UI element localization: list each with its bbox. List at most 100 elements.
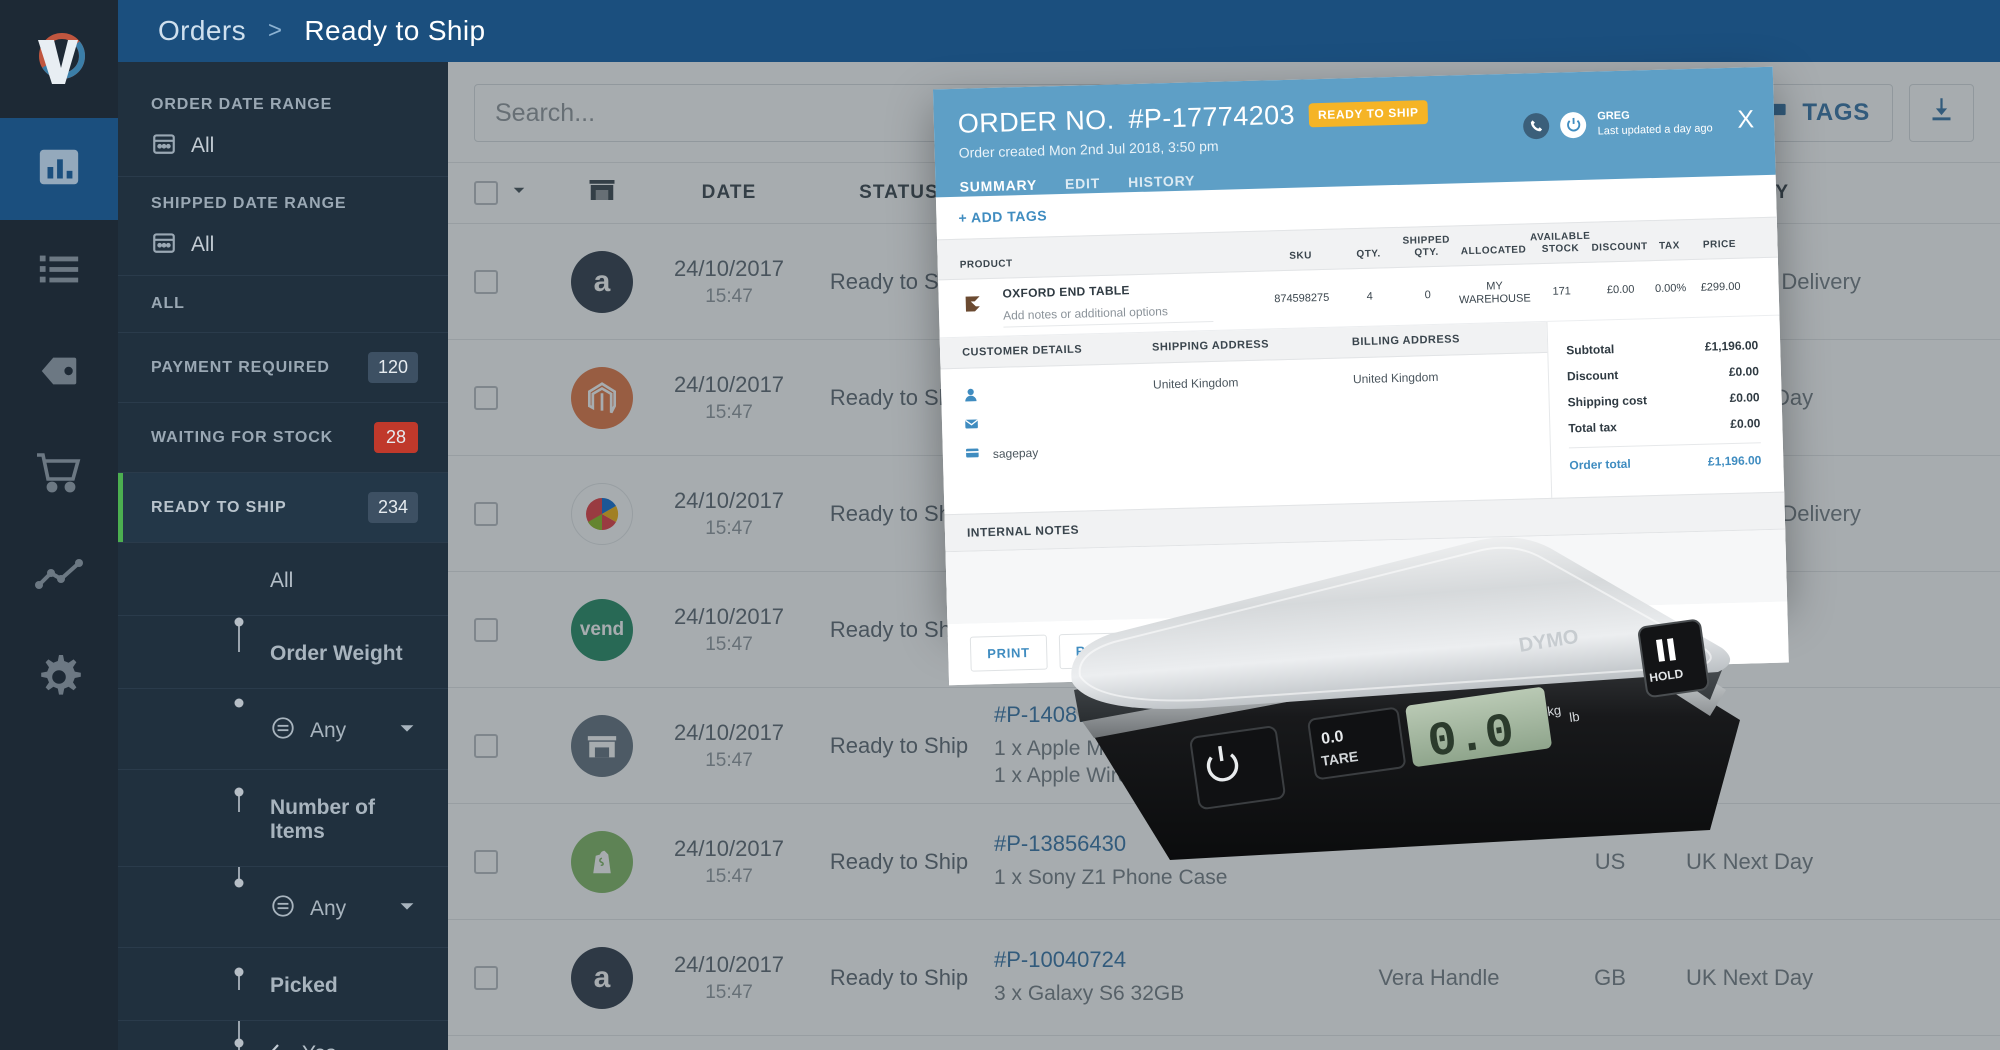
modal-order-number: #P-17774203 bbox=[1128, 99, 1296, 135]
breadcrumb-current: Ready to Ship bbox=[304, 15, 486, 46]
analytics-icon bbox=[35, 551, 83, 604]
breadcrumb-separator: > bbox=[267, 17, 283, 44]
channel-avatar-ebay bbox=[571, 482, 633, 545]
order-date-range-value[interactable]: All bbox=[118, 114, 448, 162]
filter-number-of-items-label: Number of Items bbox=[118, 770, 448, 867]
tab-edit[interactable]: EDIT bbox=[1065, 175, 1101, 205]
row-date: 24/10/2017 bbox=[673, 603, 785, 629]
filter-option-label: Yes bbox=[302, 1042, 336, 1050]
row-date: 24/10/2017 bbox=[673, 371, 785, 397]
product-available-stock: 171 bbox=[1552, 284, 1572, 298]
store-icon bbox=[587, 175, 617, 211]
ph-discount: DISCOUNT bbox=[1591, 241, 1648, 254]
sidebar-item-waiting-for-stock[interactable]: WAITING FOR STOCK 28 bbox=[118, 403, 448, 473]
tab-history[interactable]: HISTORY bbox=[1128, 172, 1196, 203]
row-date: 24/10/2017 bbox=[673, 255, 785, 281]
product-thumbnail bbox=[960, 290, 991, 325]
table-row[interactable]: a 24/10/2017 15:47 Ready to Ship #P-10040… bbox=[448, 920, 2000, 1036]
row-checkbox[interactable] bbox=[474, 385, 498, 410]
order-date-range-group: ORDER DATE RANGE All bbox=[118, 78, 448, 177]
row-time: 15:47 bbox=[705, 981, 753, 1003]
app-root: ORDER DATE RANGE All SHIPPED DATE RANGE bbox=[0, 0, 2000, 1050]
row-country: GB bbox=[1594, 964, 1626, 990]
ch-customer: CUSTOMER DETAILS bbox=[961, 343, 1083, 359]
row-checkbox[interactable] bbox=[474, 501, 498, 526]
status-badge: 28 bbox=[374, 422, 418, 453]
order-total: Order total £1,196.00 bbox=[1568, 441, 1762, 478]
filter-number-of-items[interactable]: Any bbox=[118, 867, 448, 948]
tab-summary[interactable]: SUMMARY bbox=[959, 176, 1038, 208]
row-order-number[interactable]: #P-10040724 bbox=[994, 947, 1126, 973]
ph-allocated: ALLOCATED bbox=[1460, 244, 1527, 258]
sidebar-item-orders[interactable] bbox=[0, 424, 118, 526]
column-date[interactable]: DATE bbox=[654, 182, 804, 204]
filter-all[interactable]: All bbox=[118, 543, 448, 616]
channel-avatar-shopify bbox=[571, 830, 633, 893]
product-discount: £0.00 bbox=[1606, 283, 1635, 296]
close-icon[interactable]: X bbox=[1737, 105, 1754, 134]
icon-rail bbox=[0, 0, 118, 1050]
filter-sidebar: ORDER DATE RANGE All SHIPPED DATE RANGE bbox=[118, 0, 448, 1050]
breadcrumb: Orders > Ready to Ship bbox=[118, 0, 2000, 62]
customer-payment-line: sagepay bbox=[964, 435, 1155, 469]
channel-avatar-store bbox=[571, 714, 633, 777]
download-icon bbox=[1928, 96, 1955, 130]
filter-picked-yes[interactable]: Yes bbox=[118, 1027, 336, 1050]
row-date: 24/10/2017 bbox=[673, 835, 785, 861]
row-time: 15:47 bbox=[705, 401, 753, 423]
shipped-date-range-group: SHIPPED DATE RANGE All bbox=[118, 177, 448, 276]
row-checkbox[interactable] bbox=[474, 269, 498, 294]
product-shipped-qty: 0 bbox=[1424, 288, 1431, 301]
sidebar-item-products[interactable] bbox=[0, 220, 118, 322]
breadcrumb-orders[interactable]: Orders bbox=[158, 15, 246, 47]
filter-value: Any bbox=[310, 719, 347, 742]
row-date: 24/10/2017 bbox=[673, 719, 785, 745]
shipped-date-range-text: All bbox=[191, 233, 215, 256]
stem-connector bbox=[234, 1021, 244, 1050]
row-delivery: UK Next Day bbox=[1686, 964, 1814, 990]
shipping-address: United Kingdom bbox=[1152, 374, 1239, 392]
chevron-down-icon[interactable] bbox=[510, 181, 528, 205]
cart-icon bbox=[35, 449, 83, 502]
filter-value: Any bbox=[310, 897, 347, 920]
list-icon bbox=[36, 246, 82, 297]
sidebar-item-payment-required[interactable]: PAYMENT REQUIRED 120 bbox=[118, 333, 448, 403]
select-all-checkbox[interactable] bbox=[474, 181, 498, 205]
row-checkbox[interactable] bbox=[474, 617, 498, 642]
phone-icon[interactable] bbox=[1523, 112, 1550, 139]
sidebar-item-all[interactable]: ALL bbox=[118, 276, 448, 333]
download-button[interactable] bbox=[1909, 84, 1974, 142]
product-note-input[interactable]: Add notes or additional options bbox=[1002, 303, 1214, 328]
app-logo[interactable] bbox=[0, 0, 118, 118]
product-name: OXFORD END TABLE bbox=[1002, 283, 1130, 301]
billing-address: United Kingdom bbox=[1352, 369, 1439, 386]
row-checkbox[interactable] bbox=[474, 965, 498, 990]
ph-qty: QTY. bbox=[1356, 248, 1381, 261]
filter-order-weight[interactable]: Any bbox=[118, 689, 448, 770]
channel-avatar-magento bbox=[571, 366, 633, 429]
sidebar-item-analytics[interactable] bbox=[0, 526, 118, 628]
sidebar-item-tags[interactable] bbox=[0, 322, 118, 424]
ch-shipping: SHIPPING ADDRESS bbox=[1151, 338, 1270, 354]
row-checkbox[interactable] bbox=[474, 849, 498, 874]
product-price: £299.00 bbox=[1700, 280, 1741, 294]
ph-available-stock: AVAILABLE STOCK bbox=[1529, 230, 1591, 256]
ph-price: PRICE bbox=[1702, 238, 1737, 251]
shipped-date-range-value[interactable]: All bbox=[118, 213, 448, 261]
sidebar-item-settings[interactable] bbox=[0, 628, 118, 730]
sidebar-item-reports[interactable] bbox=[0, 118, 118, 220]
modal-user-updated: Last updated a day ago bbox=[1597, 121, 1713, 137]
select-all-cell[interactable] bbox=[474, 181, 550, 205]
card-icon bbox=[965, 445, 980, 463]
power-icon[interactable] bbox=[1560, 111, 1587, 138]
row-time: 15:47 bbox=[705, 633, 753, 655]
modal-print-button[interactable]: PRINT bbox=[969, 634, 1048, 672]
channel-avatar-vend: vend bbox=[571, 598, 633, 661]
sidebar-item-label: ALL bbox=[151, 295, 185, 312]
modal-header: ORDER NO. #P-17774203 READY TO SHIP Orde… bbox=[932, 66, 1776, 208]
row-status: Ready to Ship bbox=[829, 964, 969, 990]
row-checkbox[interactable] bbox=[474, 733, 498, 758]
calendar-icon bbox=[151, 130, 177, 162]
order-date-range-text: All bbox=[191, 134, 215, 157]
sidebar-item-ready-to-ship[interactable]: READY TO SHIP 234 bbox=[118, 473, 448, 543]
